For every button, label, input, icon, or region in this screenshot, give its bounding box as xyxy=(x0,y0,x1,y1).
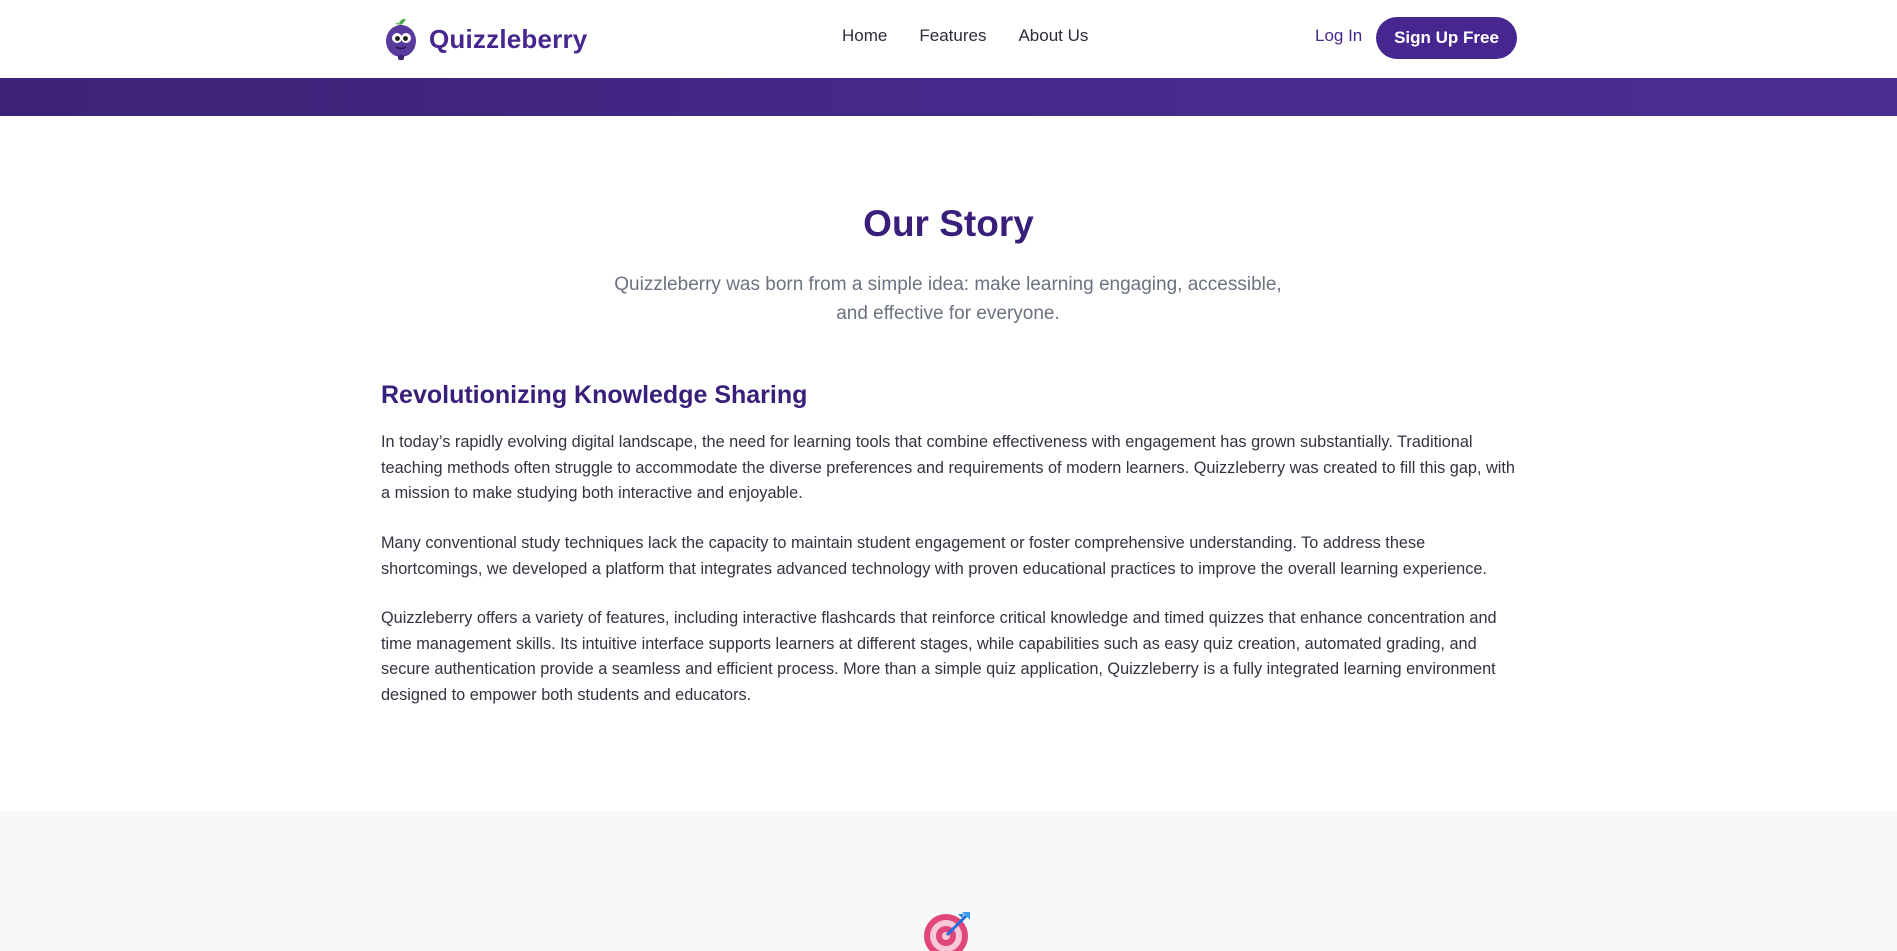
login-link[interactable]: Log In xyxy=(1315,26,1362,46)
story-subtitle: Quizzleberry was born from a simple idea… xyxy=(614,274,1282,324)
hero-band xyxy=(0,78,1897,116)
page-title: Our Story xyxy=(863,203,1034,244)
nav-features[interactable]: Features xyxy=(919,26,986,46)
brand-link[interactable]: Quizzleberry xyxy=(383,16,587,62)
berry-mascot-icon xyxy=(386,18,416,60)
main-nav: Home Features About Us xyxy=(842,26,1120,46)
story-paragraph-3: Quizzleberry offers a variety of feature… xyxy=(381,609,1497,704)
story-paragraph-1: In today’s rapidly evolving digital land… xyxy=(381,433,1515,502)
target-dart-icon xyxy=(924,912,970,951)
story-paragraph-2: Many conventional study techniques lack … xyxy=(381,534,1487,578)
section-heading: Revolutionizing Knowledge Sharing xyxy=(381,381,808,409)
brand-name: Quizzleberry xyxy=(429,23,588,54)
nav-about-us[interactable]: About Us xyxy=(1018,26,1088,46)
nav-home[interactable]: Home xyxy=(842,26,887,46)
signup-button[interactable]: Sign Up Free xyxy=(1376,17,1517,59)
top-navbar: Quizzleberry Home Features About Us Log … xyxy=(0,0,1897,78)
